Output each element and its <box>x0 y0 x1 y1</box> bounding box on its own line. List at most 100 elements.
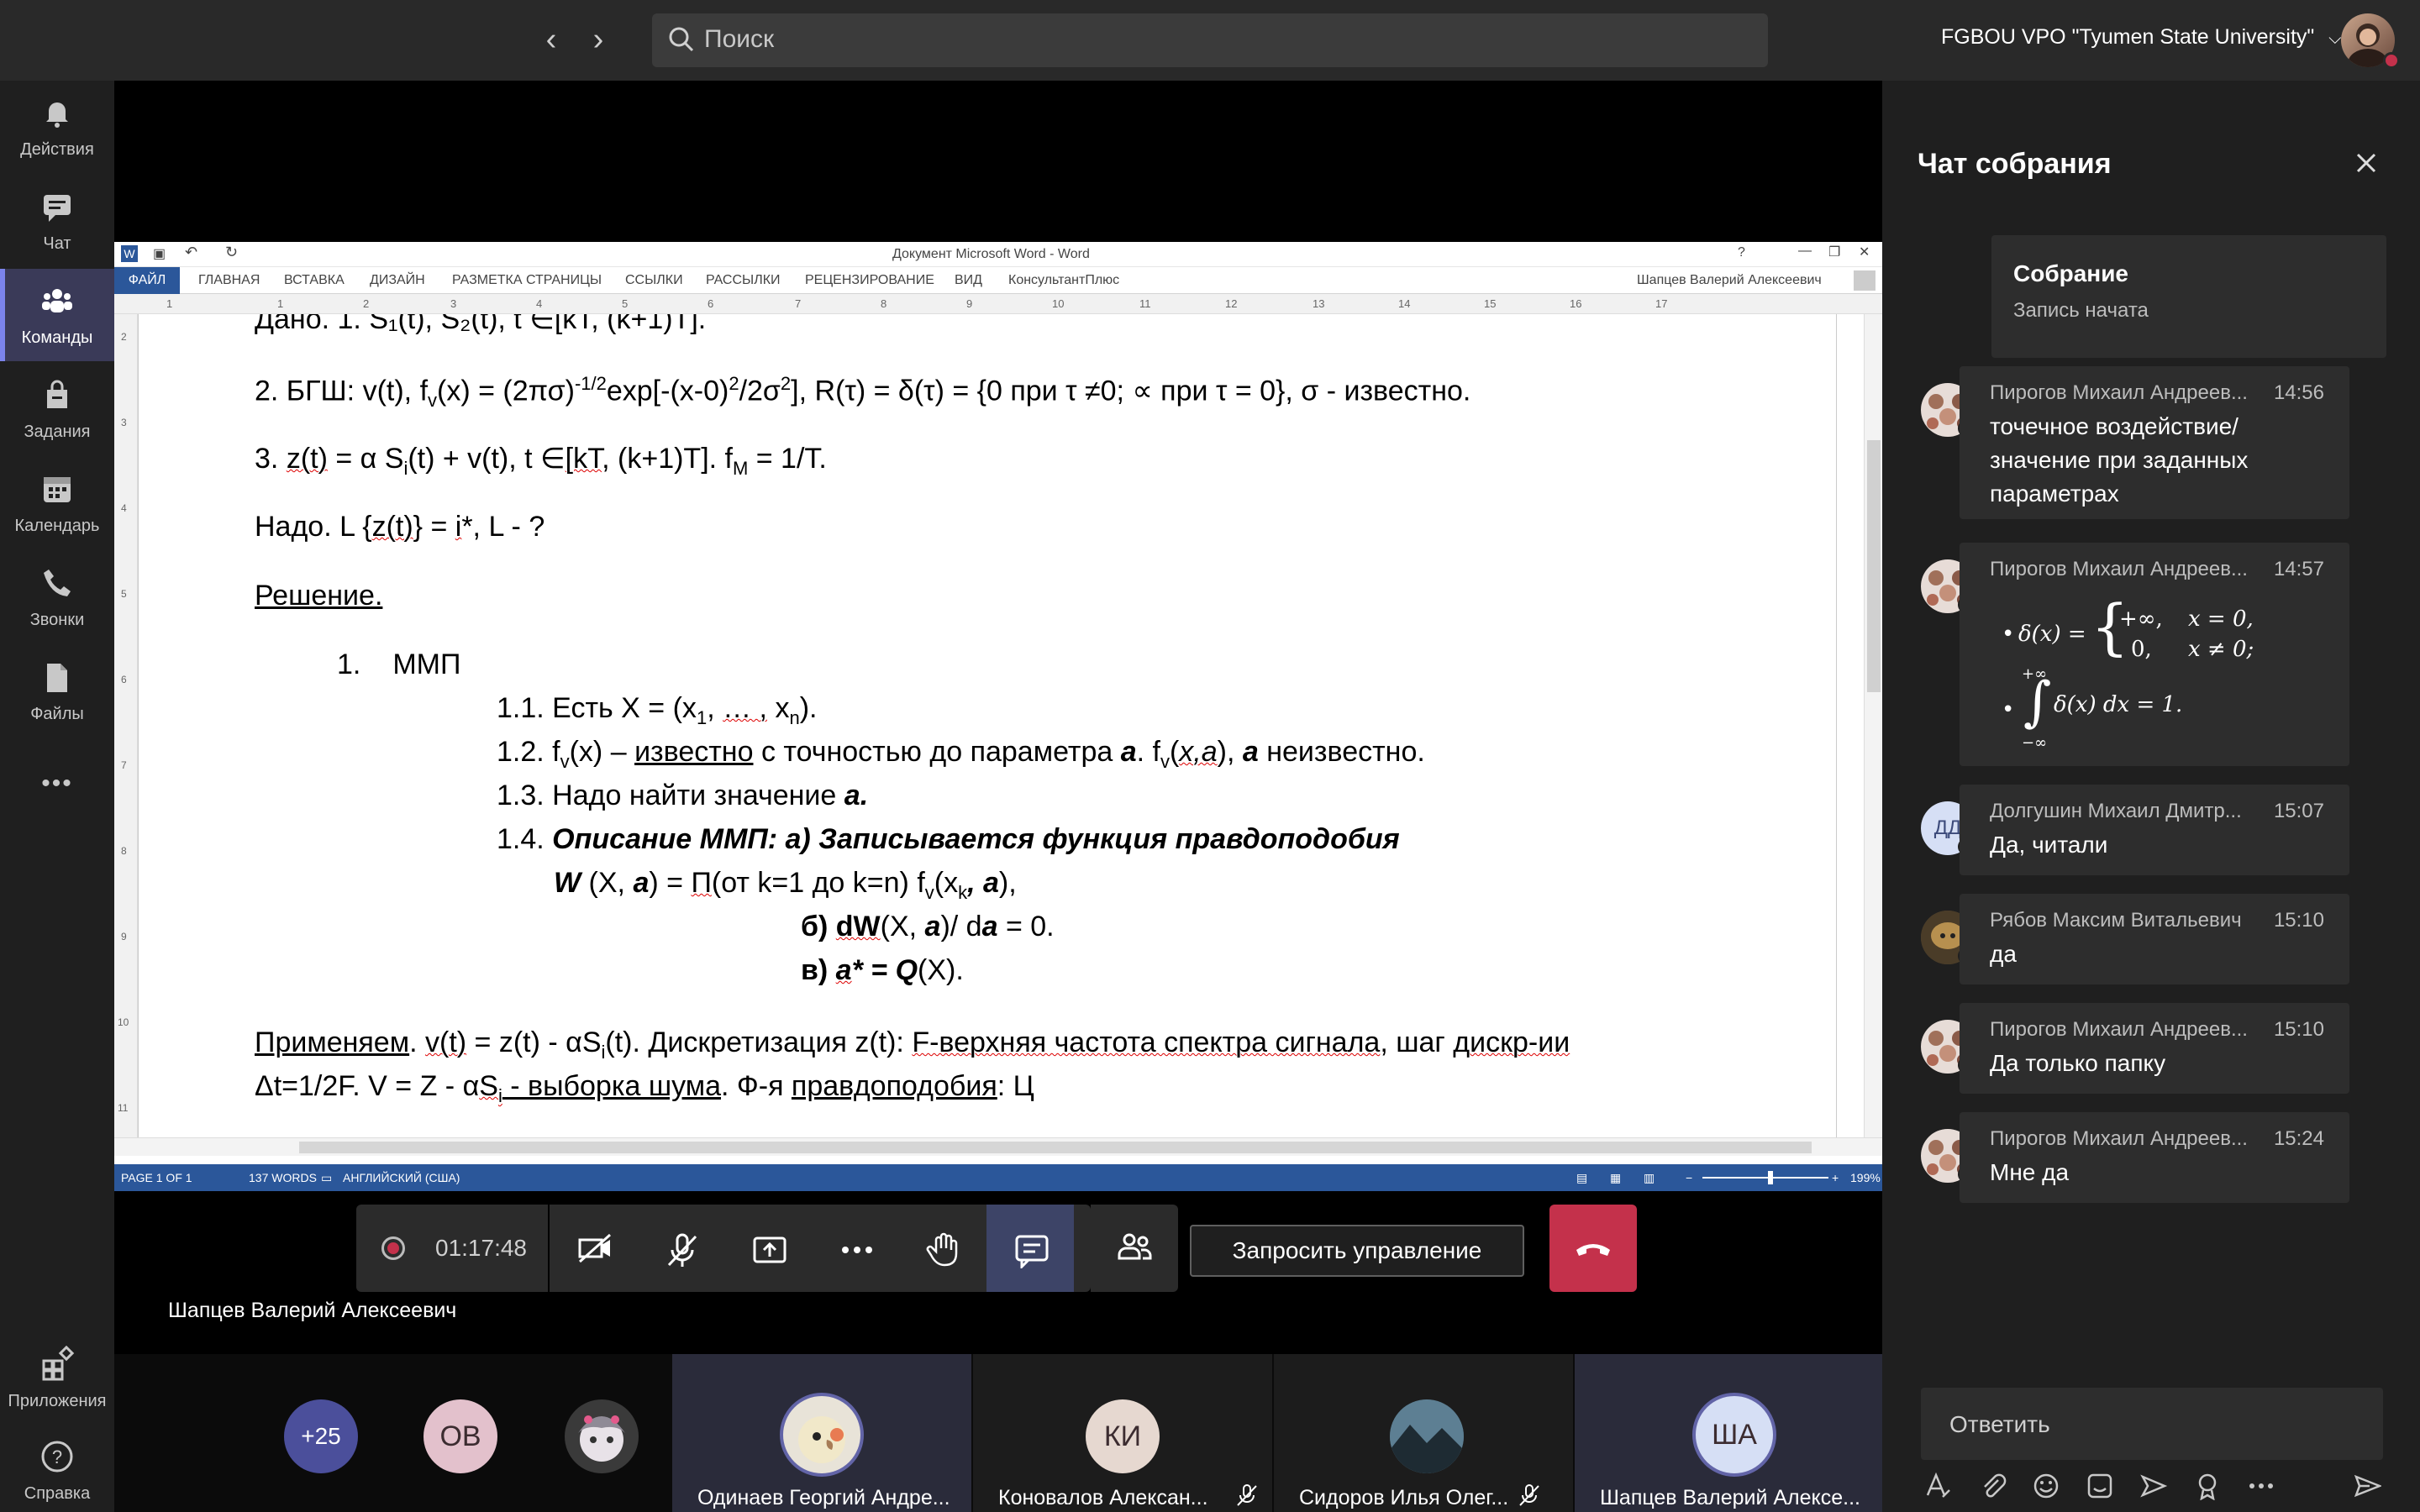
redo-icon[interactable]: ↻ <box>225 244 238 261</box>
sticker-icon[interactable] <box>2086 1472 2114 1500</box>
restore-icon[interactable]: ❐ <box>1828 244 1840 260</box>
read-mode-icon[interactable]: ▤ <box>1576 1171 1587 1185</box>
meet-now-icon[interactable] <box>2139 1472 2168 1500</box>
more-actions-button[interactable] <box>812 1205 899 1292</box>
tab-design[interactable]: ДИЗАЙН <box>370 273 425 288</box>
rail-item-assignments[interactable]: Задания <box>0 363 114 455</box>
participant-avatar[interactable] <box>565 1399 639 1473</box>
doc-text: x <box>767 692 790 724</box>
chat-message[interactable]: Пирогов Михаил Андреев... 14:57 • δ(x) =… <box>1960 543 2349 766</box>
doc-line: 1.3. Надо найти значение a. <box>497 780 868 812</box>
request-control-button[interactable]: Запросить управление <box>1190 1225 1524 1277</box>
zoom-slider[interactable] <box>1702 1177 1828 1179</box>
search-input[interactable]: Поиск <box>652 13 1768 67</box>
tab-layout[interactable]: РАЗМЕТКА СТРАНИЦЫ <box>452 273 602 288</box>
tab-home[interactable]: ГЛАВНАЯ <box>198 273 260 288</box>
participant-tile[interactable]: Сидоров Илья Олег... <box>1274 1354 1573 1512</box>
reply-input[interactable]: Ответить <box>1921 1388 2383 1460</box>
chat-message[interactable]: Долгушин Михаил Дмитр... 15:07 Да, читал… <box>1960 785 2349 875</box>
camera-toggle-button[interactable] <box>550 1205 637 1292</box>
raise-hand-button[interactable] <box>899 1205 986 1292</box>
chat-message[interactable]: Рябов Максим Витальевич 15:10 да <box>1960 894 2349 984</box>
hang-up-button[interactable] <box>1549 1205 1637 1292</box>
document-page[interactable]: Дано. 1. S₁(t), S₂(t), t ∈[kT, (k+1)T]. … <box>138 314 1837 1137</box>
language[interactable]: АНГЛИЙСКИЙ (США) <box>343 1171 460 1184</box>
org-switcher[interactable]: FGBOU VPO "Tyumen State University" ⌵ <box>1941 25 2341 50</box>
chat-message[interactable]: Пирогов Михаил Андреев... 15:24 Мне да <box>1960 1112 2349 1203</box>
print-layout-icon[interactable]: ▦ <box>1610 1171 1621 1185</box>
tab-insert[interactable]: ВСТАВКА <box>284 273 345 288</box>
rail-item-teams[interactable]: Команды <box>0 269 114 361</box>
zoom-out-icon[interactable]: − <box>1686 1171 1692 1184</box>
vertical-scrollbar[interactable] <box>1864 314 1882 1137</box>
undo-icon[interactable]: ↶ <box>185 244 197 261</box>
participant-name: Сидоров Илья Олег... <box>1299 1486 1509 1509</box>
doc-line: Надо. L {z(t)} = i*, L - ? <box>255 511 544 543</box>
doc-text: a <box>981 911 998 942</box>
minimize-icon[interactable]: — <box>1798 244 1812 259</box>
rail-item-apps[interactable]: Приложения <box>0 1332 114 1425</box>
overflow-participants-button[interactable]: +25 <box>284 1399 358 1473</box>
word-user-name[interactable]: Шапцев Валерий Алексеевич <box>1637 273 1822 288</box>
participant-tile[interactable]: ША Шапцев Валерий Алексе... <box>1575 1354 1882 1512</box>
forward-icon[interactable]: › <box>576 18 620 62</box>
rail-item-more[interactable]: ••• <box>0 739 114 832</box>
rail-item-activity[interactable]: Действия <box>0 81 114 173</box>
zoom-slider-thumb[interactable] <box>1768 1171 1773 1184</box>
attach-icon[interactable] <box>1978 1472 2007 1500</box>
tab-consultant[interactable]: КонсультантПлюс <box>1008 273 1119 288</box>
doc-text: = z(t) - αS <box>466 1026 602 1058</box>
proofing-icon[interactable]: ▭ <box>321 1171 332 1185</box>
participant-avatar[interactable]: ОВ <box>424 1399 497 1473</box>
tab-file[interactable]: ФАЙЛ <box>114 267 180 294</box>
doc-text: (t). Дискретизация z(t): <box>605 1026 913 1058</box>
close-icon[interactable] <box>2349 146 2383 180</box>
ruler-tick: 11 <box>1139 297 1151 310</box>
tab-references[interactable]: ССЫЛКИ <box>625 273 683 288</box>
more-icon[interactable] <box>2247 1472 2275 1500</box>
chat-message[interactable]: Пирогов Михаил Андреев... 15:10 Да тольк… <box>1960 1003 2349 1094</box>
praise-icon[interactable] <box>2193 1472 2222 1500</box>
participants-button[interactable] <box>1091 1205 1178 1292</box>
tab-mailings[interactable]: РАССЫЛКИ <box>706 273 781 288</box>
zoom-level[interactable]: 199% <box>1850 1171 1881 1184</box>
tab-view[interactable]: ВИД <box>955 273 982 288</box>
horizontal-scrollbar[interactable] <box>114 1137 1882 1156</box>
rail-item-help[interactable]: ? Справка <box>0 1425 114 1512</box>
chat-message[interactable]: Пирогов Михаил Андреев... 14:56 точечное… <box>1960 366 2349 519</box>
chat-toggle-button[interactable] <box>986 1205 1074 1292</box>
scroll-thumb[interactable] <box>1867 440 1881 692</box>
doc-text: [kT <box>565 443 602 475</box>
doc-text: (x <box>934 867 959 899</box>
participant-tile[interactable]: КИ Коновалов Алексан... <box>973 1354 1272 1512</box>
format-icon[interactable] <box>1924 1472 1953 1500</box>
save-icon[interactable]: ▣ <box>153 245 166 262</box>
doc-line: 1. ММП <box>337 648 460 681</box>
help-icon[interactable]: ? <box>1738 245 1745 260</box>
shared-word-window[interactable]: W ▣ ↶ ↻ Документ Microsoft Word - Word ?… <box>114 242 1882 1191</box>
scroll-thumb[interactable] <box>299 1142 1812 1153</box>
mic-toggle-button[interactable] <box>637 1205 724 1292</box>
zoom-in-icon[interactable]: + <box>1832 1171 1839 1184</box>
doc-text: (x) = (2πσ) <box>437 375 575 407</box>
doc-text: Q <box>895 954 918 986</box>
back-icon[interactable]: ‹ <box>529 18 573 62</box>
ruler-tick: 10 <box>1052 297 1065 310</box>
close-icon[interactable]: ✕ <box>1859 244 1870 260</box>
ruler-tick: 14 <box>1398 297 1411 310</box>
rail-item-calls[interactable]: Звонки <box>0 551 114 643</box>
tab-review[interactable]: РЕЦЕНЗИРОВАНИЕ <box>805 273 934 288</box>
participants-button[interactable] <box>1074 1205 1091 1292</box>
send-icon[interactable] <box>2353 1472 2381 1500</box>
web-layout-icon[interactable]: ▥ <box>1644 1171 1655 1185</box>
doc-text: z(t) <box>371 511 413 543</box>
rail-item-calendar[interactable]: Календарь <box>0 457 114 549</box>
emoji-icon[interactable] <box>2032 1472 2060 1500</box>
ruler-tick: 2 <box>121 331 127 343</box>
share-screen-button[interactable] <box>724 1205 812 1292</box>
rail-item-chat[interactable]: Чат <box>0 175 114 267</box>
rail-item-files[interactable]: Файлы <box>0 645 114 738</box>
ruler-tick: 7 <box>795 297 802 310</box>
participant-tile[interactable]: Одинаев Георгий Андре... <box>672 1354 971 1512</box>
meeting-chat-panel: Чат собрания Собрание Запись начата Пиро… <box>1882 81 2420 1512</box>
